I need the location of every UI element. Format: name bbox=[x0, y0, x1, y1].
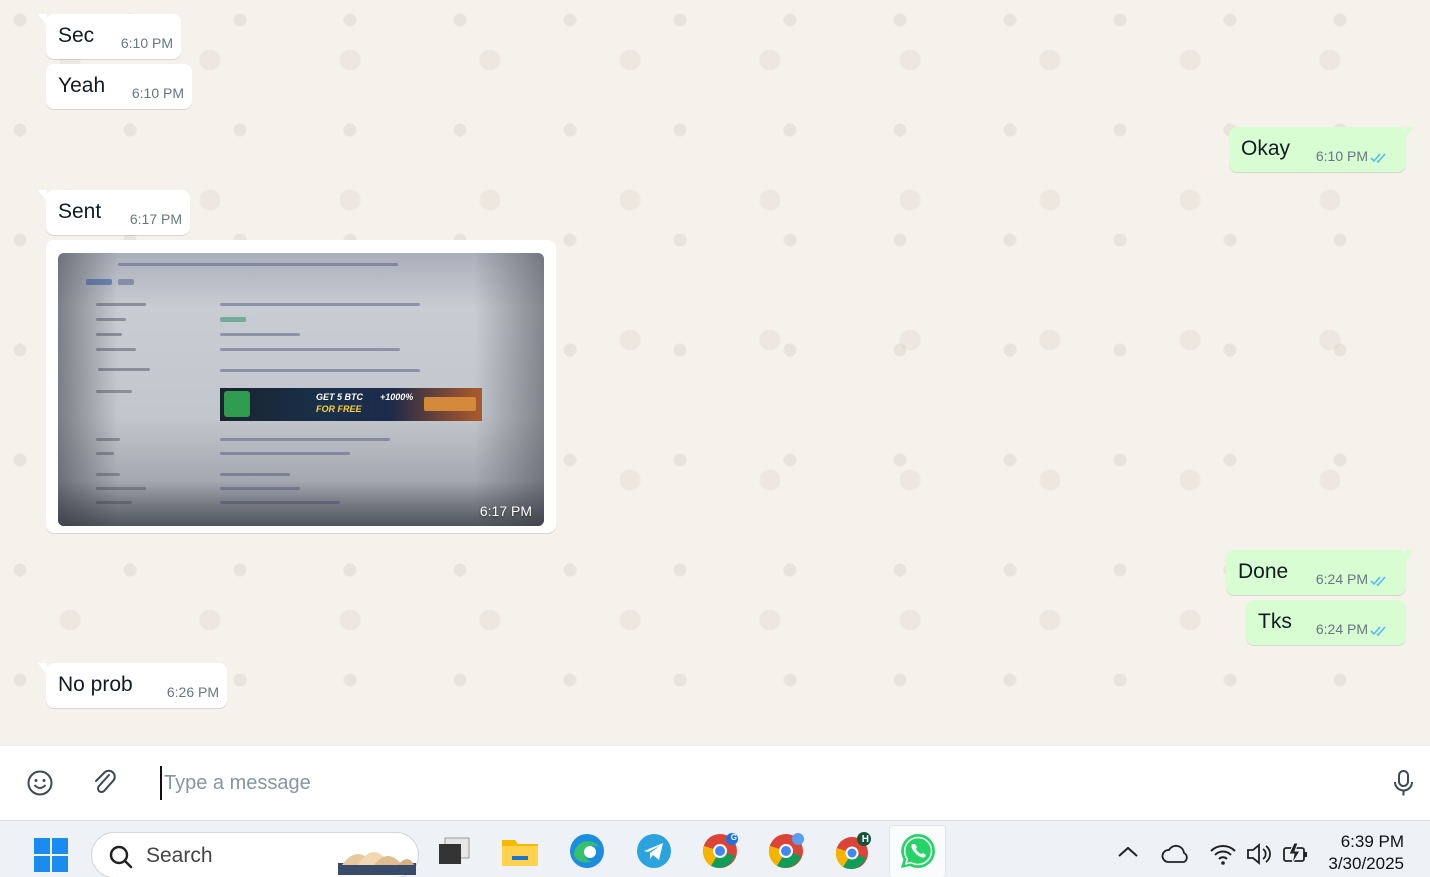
chrome-icon[interactable]: G bbox=[700, 831, 740, 871]
message-time: 6:24 PM bbox=[1315, 621, 1368, 637]
message-composer bbox=[0, 745, 1430, 820]
message-time: 6:24 PM bbox=[1315, 571, 1368, 587]
banner-bonus: +1000% bbox=[380, 392, 414, 402]
message-input[interactable] bbox=[160, 766, 1340, 800]
emoji-icon[interactable] bbox=[25, 768, 55, 798]
whatsapp-icon[interactable] bbox=[898, 831, 938, 871]
chrome-profile-badge: H bbox=[861, 834, 869, 845]
read-ticks-icon bbox=[1370, 626, 1386, 637]
read-ticks-icon bbox=[1370, 153, 1386, 164]
banner-line1: GET 5 BTC bbox=[316, 392, 364, 402]
message-outgoing[interactable]: Tks 6:24 PM bbox=[1246, 600, 1406, 645]
message-text: Yeah bbox=[58, 74, 106, 97]
battery-charging-icon[interactable] bbox=[1280, 840, 1312, 868]
taskbar-clock[interactable]: 6:39 PM 3/30/2025 bbox=[1328, 831, 1404, 875]
message-outgoing[interactable]: Done 6:24 PM bbox=[1226, 550, 1414, 595]
search-label: Search bbox=[146, 844, 213, 867]
message-text: Tks bbox=[1258, 610, 1292, 633]
wifi-icon[interactable] bbox=[1208, 841, 1238, 867]
image-time: 6:17 PM bbox=[479, 503, 532, 519]
message-time: 6:26 PM bbox=[166, 684, 219, 700]
message-incoming[interactable]: Yeah 6:10 PM bbox=[46, 64, 192, 109]
sydney-opera-house-icon bbox=[338, 852, 416, 875]
message-time: 6:17 PM bbox=[129, 211, 182, 227]
search-icon bbox=[109, 845, 133, 869]
read-ticks-icon bbox=[1370, 576, 1386, 587]
message-text: Done bbox=[1238, 560, 1289, 583]
ad-banner: GET 5 BTC FOR FREE +1000% bbox=[220, 388, 482, 421]
message-text: Sent bbox=[58, 200, 102, 223]
message-outgoing[interactable]: Okay 6:10 PM bbox=[1229, 127, 1414, 172]
message-time: 6:10 PM bbox=[1315, 148, 1368, 164]
banner-line2: FOR FREE bbox=[316, 404, 362, 414]
microphone-icon[interactable] bbox=[1389, 768, 1419, 798]
onedrive-cloud-icon[interactable] bbox=[1160, 843, 1192, 865]
file-explorer-icon[interactable] bbox=[500, 831, 540, 871]
chrome-profile-badge: G bbox=[730, 833, 737, 842]
message-incoming[interactable]: Sec 6:10 PM bbox=[38, 14, 181, 59]
chrome-profile-icon[interactable] bbox=[766, 831, 806, 871]
message-text: Sec bbox=[58, 24, 95, 47]
volume-icon[interactable] bbox=[1245, 841, 1275, 867]
chat-panel[interactable]: Sec 6:10 PM Yeah 6:10 PM Okay 6:10 PM Se… bbox=[0, 0, 1430, 745]
message-time: 6:10 PM bbox=[131, 85, 184, 101]
message-incoming[interactable]: No prob 6:26 PM bbox=[38, 663, 227, 708]
image-message[interactable]: GET 5 BTC FOR FREE +1000% 6:17 PM bbox=[46, 240, 556, 533]
message-text: No prob bbox=[58, 673, 133, 696]
chrome-icon[interactable]: H bbox=[832, 831, 872, 871]
paperclip-icon[interactable] bbox=[90, 768, 120, 798]
bc-game-logo-icon bbox=[224, 391, 250, 417]
telegram-icon[interactable] bbox=[634, 831, 674, 871]
edge-icon[interactable] bbox=[567, 831, 607, 871]
windows-taskbar: Search G H 6:39 PM 3/30/2025 bbox=[0, 820, 1430, 877]
message-photo[interactable]: GET 5 BTC FOR FREE +1000% 6:17 PM bbox=[58, 253, 544, 526]
claim-now-button bbox=[424, 397, 476, 411]
windows-start-icon[interactable] bbox=[32, 836, 70, 874]
clock-date: 3/30/2025 bbox=[1328, 854, 1404, 873]
chevron-up-icon[interactable] bbox=[1115, 843, 1141, 861]
message-text: Okay bbox=[1241, 137, 1291, 160]
taskbar-search[interactable]: Search bbox=[91, 832, 419, 877]
message-time: 6:10 PM bbox=[120, 35, 173, 51]
clock-time: 6:39 PM bbox=[1340, 832, 1404, 851]
message-incoming[interactable]: Sent 6:17 PM bbox=[38, 190, 190, 235]
task-view-icon[interactable] bbox=[434, 831, 474, 871]
